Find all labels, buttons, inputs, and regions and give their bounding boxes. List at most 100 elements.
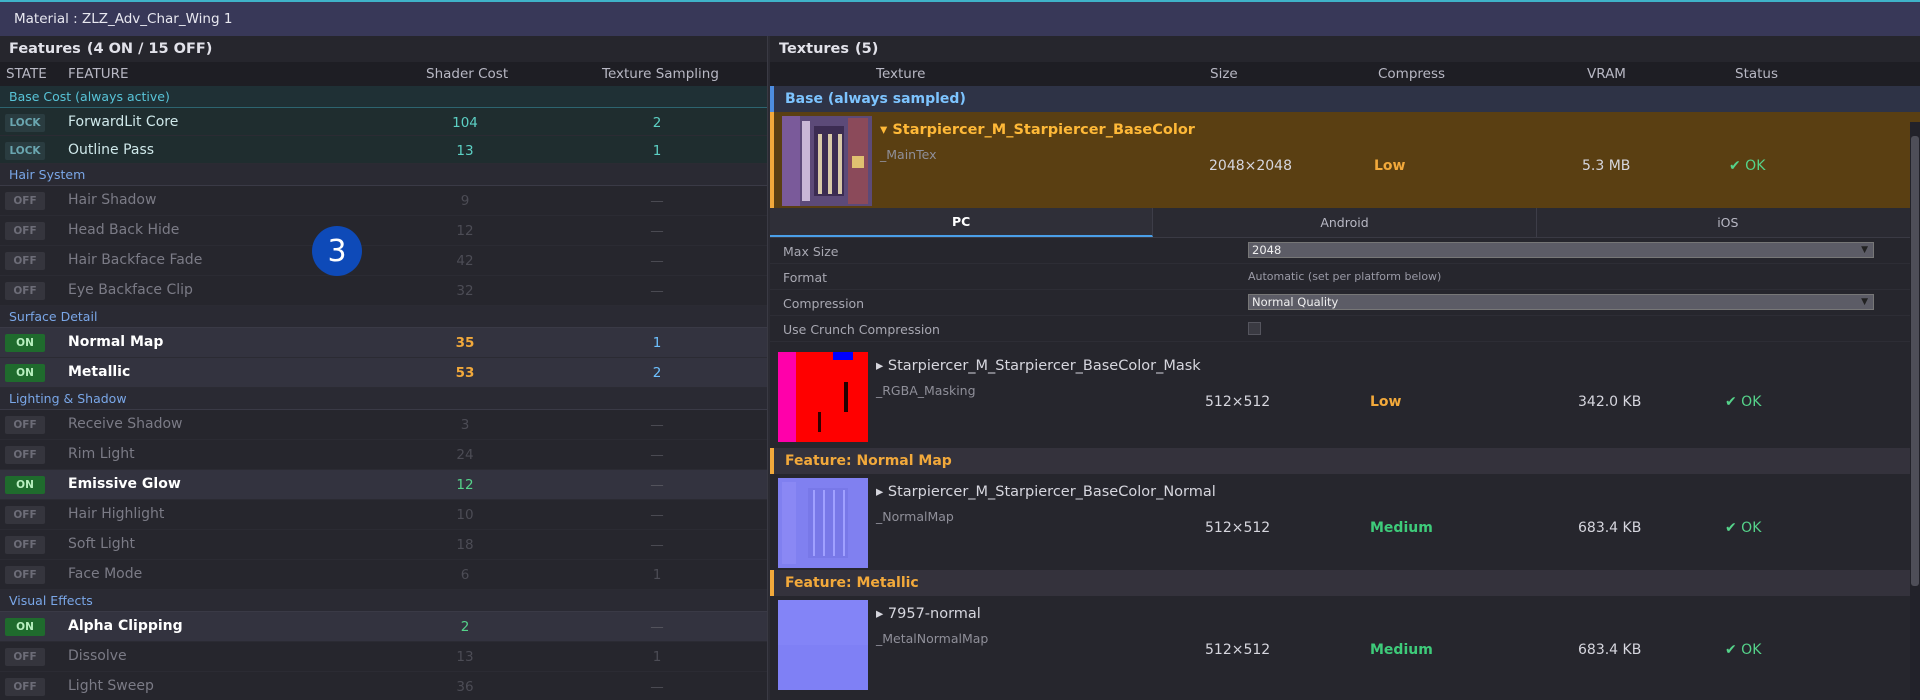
- feature-row[interactable]: OFF Hair Highlight 10 —: [0, 500, 767, 530]
- col-size[interactable]: Size: [1210, 66, 1238, 82]
- feature-name: Hair Highlight: [68, 506, 165, 522]
- col-vram[interactable]: VRAM: [1587, 66, 1626, 82]
- col-state[interactable]: STATE: [6, 66, 47, 82]
- feature-row[interactable]: LOCK Outline Pass 13 1: [0, 136, 767, 164]
- feature-state-toggle[interactable]: ON: [5, 334, 45, 352]
- feature-category: Visual Effects: [0, 590, 767, 612]
- mask-thumbnail: [778, 352, 868, 442]
- feature-row[interactable]: OFF Hair Backface Fade 42 —: [0, 246, 767, 276]
- max-size-label: Max Size: [783, 244, 839, 259]
- feature-name: Dissolve: [68, 648, 127, 664]
- features-header: Features (4 ON / 15 OFF): [0, 36, 767, 62]
- texture-row-metallic[interactable]: ▸ 7957-normal _MetalNormalMap 512×512 Me…: [770, 596, 1920, 692]
- metallic-property: _MetalNormalMap: [876, 631, 989, 646]
- feature-row[interactable]: LOCK ForwardLit Core 104 2: [0, 108, 767, 136]
- feature-texture-sampling: 2: [652, 365, 662, 381]
- feature-row[interactable]: OFF Face Mode 6 1: [0, 560, 767, 590]
- textures-scrollbar[interactable]: [1910, 122, 1920, 700]
- feature-state-toggle[interactable]: ON: [5, 618, 45, 636]
- compression-dropdown[interactable]: Normal Quality ▼: [1248, 294, 1874, 310]
- feature-texture-sampling: —: [650, 223, 664, 239]
- tab-android[interactable]: Android: [1153, 208, 1537, 237]
- feature-row[interactable]: OFF Dissolve 13 1: [0, 642, 767, 672]
- metallic-thumbnail: [778, 600, 868, 690]
- col-shader-cost[interactable]: Shader Cost: [426, 66, 508, 82]
- format-value: Automatic (set per platform below): [1248, 270, 1442, 283]
- feature-row[interactable]: ON Alpha Clipping 2 —: [0, 612, 767, 642]
- feature-state-toggle[interactable]: OFF: [5, 416, 45, 434]
- metallic-vram: 683.4 KB: [1578, 642, 1642, 658]
- texture-row-basecolor[interactable]: ▾ Starpiercer_M_Starpiercer_BaseColor _M…: [770, 112, 1920, 208]
- compression-label: Compression: [783, 296, 865, 311]
- texture-row-normal[interactable]: ▸ Starpiercer_M_Starpiercer_BaseColor_No…: [770, 474, 1920, 570]
- feature-state-toggle[interactable]: OFF: [5, 192, 45, 210]
- feature-name: Eye Backface Clip: [68, 282, 193, 298]
- feature-state-toggle[interactable]: OFF: [5, 648, 45, 666]
- feature-name: Hair Backface Fade: [68, 252, 203, 268]
- feature-state-toggle[interactable]: OFF: [5, 222, 45, 240]
- feature-name: Hair Shadow: [68, 192, 157, 208]
- feature-row[interactable]: OFF Receive Shadow 3 —: [0, 410, 767, 440]
- format-row: Format Automatic (set per platform below…: [770, 264, 1920, 290]
- feature-name: Receive Shadow: [68, 416, 183, 432]
- feature-state-toggle[interactable]: OFF: [5, 446, 45, 464]
- basecolor-compress: Low: [1374, 158, 1406, 174]
- basecolor-property: _MainTex: [880, 147, 937, 162]
- textures-header: Textures (5): [770, 36, 1920, 62]
- section-normal-map: Feature: Normal Map: [770, 448, 1920, 474]
- feature-row[interactable]: ON Metallic 53 2: [0, 358, 767, 388]
- feature-name: Metallic: [68, 364, 131, 380]
- feature-state-toggle[interactable]: ON: [5, 476, 45, 494]
- tab-ios[interactable]: iOS: [1537, 208, 1920, 237]
- feature-state-toggle[interactable]: OFF: [5, 282, 45, 300]
- mask-compress: Low: [1370, 394, 1402, 410]
- texture-row-mask[interactable]: ▸ Starpiercer_M_Starpiercer_BaseColor_Ma…: [770, 348, 1920, 448]
- max-size-dropdown[interactable]: 2048 ▼: [1248, 242, 1874, 258]
- feature-state-toggle[interactable]: OFF: [5, 506, 45, 524]
- col-compress[interactable]: Compress: [1378, 66, 1445, 82]
- crunch-checkbox[interactable]: [1248, 322, 1261, 335]
- feature-row[interactable]: OFF Soft Light 18 —: [0, 530, 767, 560]
- feature-row[interactable]: OFF Light Sweep 36 —: [0, 672, 767, 700]
- feature-texture-sampling: —: [650, 447, 664, 463]
- normal-property: _NormalMap: [876, 509, 954, 524]
- feature-state-toggle[interactable]: OFF: [5, 252, 45, 270]
- normal-name: ▸ Starpiercer_M_Starpiercer_BaseColor_No…: [876, 484, 1216, 500]
- tab-pc[interactable]: PC: [770, 208, 1154, 237]
- feature-texture-sampling: —: [650, 477, 664, 493]
- feature-row[interactable]: ON Normal Map 35 1: [0, 328, 767, 358]
- metallic-compress: Medium: [1370, 642, 1433, 658]
- feature-texture-sampling: —: [650, 537, 664, 553]
- feature-state-toggle[interactable]: OFF: [5, 678, 45, 696]
- feature-category: Hair System: [0, 164, 767, 186]
- feature-name: Emissive Glow: [68, 476, 181, 492]
- metallic-status: ✔ OK: [1725, 642, 1762, 658]
- features-panel: Features (4 ON / 15 OFF) STATE FEATURE S…: [0, 36, 768, 700]
- feature-state-toggle[interactable]: OFF: [5, 536, 45, 554]
- scrollbar-thumb[interactable]: [1911, 136, 1919, 586]
- feature-row[interactable]: OFF Head Back Hide 12 —: [0, 216, 767, 246]
- mask-name: ▸ Starpiercer_M_Starpiercer_BaseColor_Ma…: [876, 358, 1201, 374]
- normal-size: 512×512: [1205, 520, 1271, 536]
- feature-row[interactable]: ON Emissive Glow 12 —: [0, 470, 767, 500]
- feature-texture-sampling: —: [650, 619, 664, 635]
- feature-shader-cost: 10: [456, 507, 474, 523]
- feature-state-toggle[interactable]: ON: [5, 364, 45, 382]
- col-status[interactable]: Status: [1735, 66, 1778, 82]
- feature-state-toggle[interactable]: OFF: [5, 566, 45, 584]
- col-texture[interactable]: Texture: [876, 66, 925, 82]
- feature-row[interactable]: OFF Hair Shadow 9 —: [0, 186, 767, 216]
- feature-texture-sampling: 1: [652, 143, 662, 159]
- basecolor-name: ▾ Starpiercer_M_Starpiercer_BaseColor: [880, 122, 1195, 138]
- feature-name: Outline Pass: [68, 142, 155, 158]
- feature-texture-sampling: —: [650, 417, 664, 433]
- max-size-value: 2048: [1252, 243, 1282, 257]
- feature-texture-sampling: —: [650, 193, 664, 209]
- col-feature[interactable]: FEATURE: [68, 66, 129, 82]
- feature-row[interactable]: OFF Eye Backface Clip 32 —: [0, 276, 767, 306]
- section-metallic: Feature: Metallic: [770, 570, 1920, 596]
- feature-texture-sampling: —: [650, 253, 664, 269]
- feature-row[interactable]: OFF Rim Light 24 —: [0, 440, 767, 470]
- feature-shader-cost: 24: [456, 447, 474, 463]
- col-texture-sampling[interactable]: Texture Sampling: [602, 66, 719, 82]
